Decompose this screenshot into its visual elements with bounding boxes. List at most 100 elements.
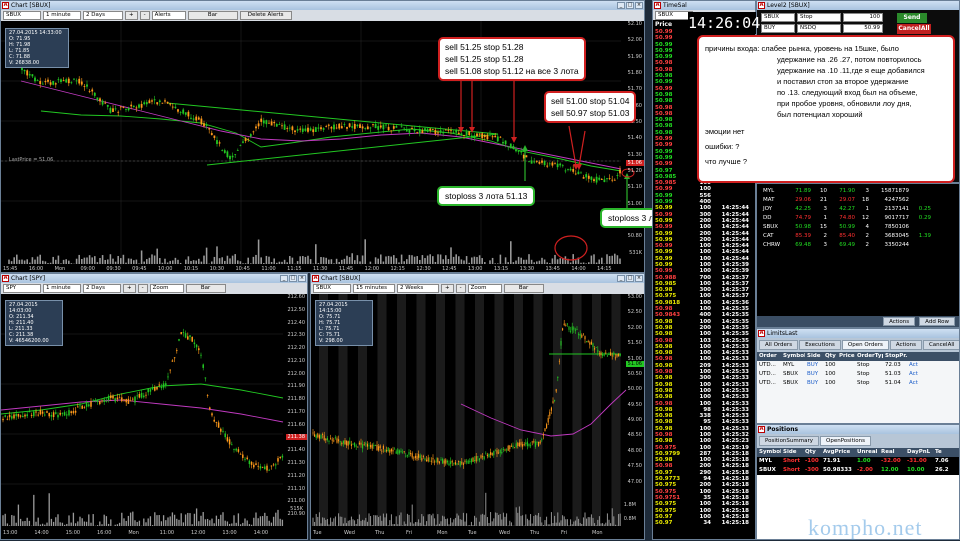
l2-side-select[interactable]: BUY xyxy=(761,24,795,33)
symbol-input[interactable]: SPY xyxy=(3,284,41,293)
order-row[interactable]: UTD...MYLBUY100Stop72.03Act xyxy=(757,361,959,370)
l2-route-select[interactable]: NSDQ xyxy=(797,24,841,33)
spy-chart-plot[interactable]: 27.04.2015 14:03:00 O: 211.34 H: 211.40 … xyxy=(1,294,307,540)
watchlist-row[interactable]: JOY42.25342.27121371410.25 xyxy=(757,205,959,214)
zoom-out-button[interactable]: - xyxy=(140,11,150,20)
zoom-out-button[interactable]: - xyxy=(138,284,148,293)
zoom-in-button[interactable]: + xyxy=(125,11,138,20)
interval-select[interactable]: 15 minutes xyxy=(353,284,395,293)
volume-bar xyxy=(445,255,447,264)
l2-qty-input[interactable]: 100 xyxy=(843,13,883,22)
time-sales-titlebar[interactable]: A TimeSal xyxy=(653,1,755,10)
candle-body xyxy=(221,150,223,151)
position-row[interactable]: SBUXShort-30050.98333-2.0012.0010.0026.2 xyxy=(757,466,959,475)
sbux15-chart-plot[interactable]: 27.04.2015 14:15:00 O: 75.71 H: 75.71 L:… xyxy=(311,294,644,540)
watchlist-row[interactable]: CHRW69.48369.4923350244 xyxy=(757,241,959,250)
volume-bar xyxy=(390,257,392,264)
watchlist-actions-button[interactable]: Actions xyxy=(883,317,915,326)
zoom-select[interactable]: Zoom xyxy=(150,284,184,293)
orders-col-header[interactable]: Qty xyxy=(823,352,837,361)
watchlist-row[interactable]: MAT29.062129.07184247562 xyxy=(757,196,959,205)
volume-bar xyxy=(410,522,411,526)
main-chart-titlebar[interactable]: A Chart [SBUX] _□× xyxy=(1,1,644,10)
orders-col-header[interactable]: Price xyxy=(837,352,855,361)
positions-col-header[interactable]: DayPnL xyxy=(905,448,933,457)
order-row[interactable]: UTD...SBUXBUY100Stop51.03Act xyxy=(757,370,959,379)
zoom-in-button[interactable]: + xyxy=(441,284,454,293)
orders-col-header[interactable]: Order xyxy=(757,352,781,361)
alerts-select[interactable]: Alerts xyxy=(152,11,186,20)
orders-tab[interactable]: All Orders xyxy=(759,340,798,350)
interval-select[interactable]: 1 minute xyxy=(43,284,81,293)
positions-col-header[interactable]: Unreal xyxy=(855,448,879,457)
positions-col-header[interactable]: Side xyxy=(781,448,803,457)
range-select[interactable]: 2 Days xyxy=(83,284,121,293)
positions-table[interactable]: MYLShort-10071.911.00-32.00-31.007.06SBU… xyxy=(757,457,959,475)
positions-col-header[interactable]: Symbol xyxy=(757,448,781,457)
watchlist-row[interactable]: DD74.79174.801290177170.29 xyxy=(757,214,959,223)
candle-body xyxy=(499,137,501,138)
volume-bar xyxy=(431,515,432,526)
maximize-icon[interactable]: □ xyxy=(626,2,634,9)
candle-body xyxy=(44,81,46,82)
positions-titlebar[interactable]: A Positions xyxy=(757,425,959,434)
watchlist-row[interactable]: CAT85.39285.40236830451.39 xyxy=(757,232,959,241)
orders-col-header[interactable]: OrderType xyxy=(855,352,883,361)
spy-chart-titlebar[interactable]: A Chart [SPY] _□× xyxy=(1,274,307,283)
orders-table[interactable]: UTD...MYLBUY100Stop72.03ActUTD...SBUXBUY… xyxy=(757,361,959,388)
close-icon[interactable]: × xyxy=(635,275,643,282)
l2-order-type-select[interactable]: Stop xyxy=(797,13,841,22)
orders-tab[interactable]: CancelAll xyxy=(923,340,960,350)
positions-col-header[interactable]: AvgPrice xyxy=(821,448,855,457)
positions-col-header[interactable]: Real xyxy=(879,448,905,457)
bar-type-button[interactable]: Bar xyxy=(186,284,226,293)
position-row[interactable]: MYLShort-10071.911.00-32.00-31.007.06 xyxy=(757,457,959,466)
l2-symbol-input[interactable]: SBUX xyxy=(761,13,795,22)
close-icon[interactable]: × xyxy=(635,2,643,9)
orders-tab[interactable]: Executions xyxy=(799,340,841,350)
positions-tab[interactable]: OpenPositions xyxy=(820,436,871,446)
candle-body xyxy=(541,439,542,440)
zoom-in-button[interactable]: + xyxy=(123,284,136,293)
level2-titlebar[interactable]: A Level2 [SBUX] xyxy=(757,1,959,10)
sbux15-chart-titlebar[interactable]: A Chart [SBUX] _□× xyxy=(311,274,644,283)
maximize-icon[interactable]: □ xyxy=(289,275,297,282)
orders-col-header[interactable]: Symbol xyxy=(781,352,805,361)
orders-tab[interactable]: Open Orders xyxy=(842,340,889,350)
candle-body xyxy=(463,135,465,136)
positions-col-header[interactable]: Qty xyxy=(803,448,821,457)
positions-col-header[interactable]: Te xyxy=(933,448,951,457)
watchlist-table[interactable]: MYL71.891071.90315871879MAT29.062129.071… xyxy=(757,184,959,250)
symbol-input[interactable]: SBUX xyxy=(3,11,41,20)
volume-bar xyxy=(26,259,28,264)
order-row[interactable]: UTD...SBUXBUY100Stop51.04Act xyxy=(757,379,959,388)
positions-tab[interactable]: PositionSummary xyxy=(759,436,819,446)
symbol-input[interactable]: SBUX xyxy=(313,284,351,293)
zoom-out-button[interactable]: - xyxy=(456,284,466,293)
orders-col-header[interactable]: Side xyxy=(805,352,823,361)
delete-alerts-button[interactable]: Delete Alerts xyxy=(240,11,292,20)
orders-col-header[interactable]: StopPr... xyxy=(883,352,907,361)
minimize-icon[interactable]: _ xyxy=(617,275,625,282)
close-icon[interactable]: × xyxy=(298,275,306,282)
zoom-select[interactable]: Zoom xyxy=(468,284,502,293)
x-tick: Fri xyxy=(406,530,412,536)
bar-type-button[interactable]: Bar xyxy=(504,284,544,293)
maximize-icon[interactable]: □ xyxy=(626,275,634,282)
watchlist-add-row-button[interactable]: Add Row xyxy=(919,317,955,326)
watchlist-row[interactable]: SBUX50.981550.9947850106 xyxy=(757,223,959,232)
watchlist-row[interactable]: MYL71.891071.90315871879 xyxy=(757,187,959,196)
l2-send-button[interactable]: Send xyxy=(897,13,927,23)
candle-body xyxy=(233,449,235,450)
bar-type-button[interactable]: Bar xyxy=(188,11,238,20)
range-select[interactable]: 2 Days xyxy=(83,11,123,20)
range-select[interactable]: 2 Weeks xyxy=(397,284,439,293)
orders-titlebar[interactable]: A LimitsLast xyxy=(757,329,959,338)
volume-bar xyxy=(99,522,100,526)
minimize-icon[interactable]: _ xyxy=(280,275,288,282)
l2-price-input[interactable]: 50.99 xyxy=(843,24,883,33)
minimize-icon[interactable]: _ xyxy=(617,2,625,9)
interval-select[interactable]: 1 minute xyxy=(43,11,81,20)
orders-tab[interactable]: Actions xyxy=(890,340,922,350)
l2-cancel-all-button[interactable]: CancelAll xyxy=(897,24,931,34)
